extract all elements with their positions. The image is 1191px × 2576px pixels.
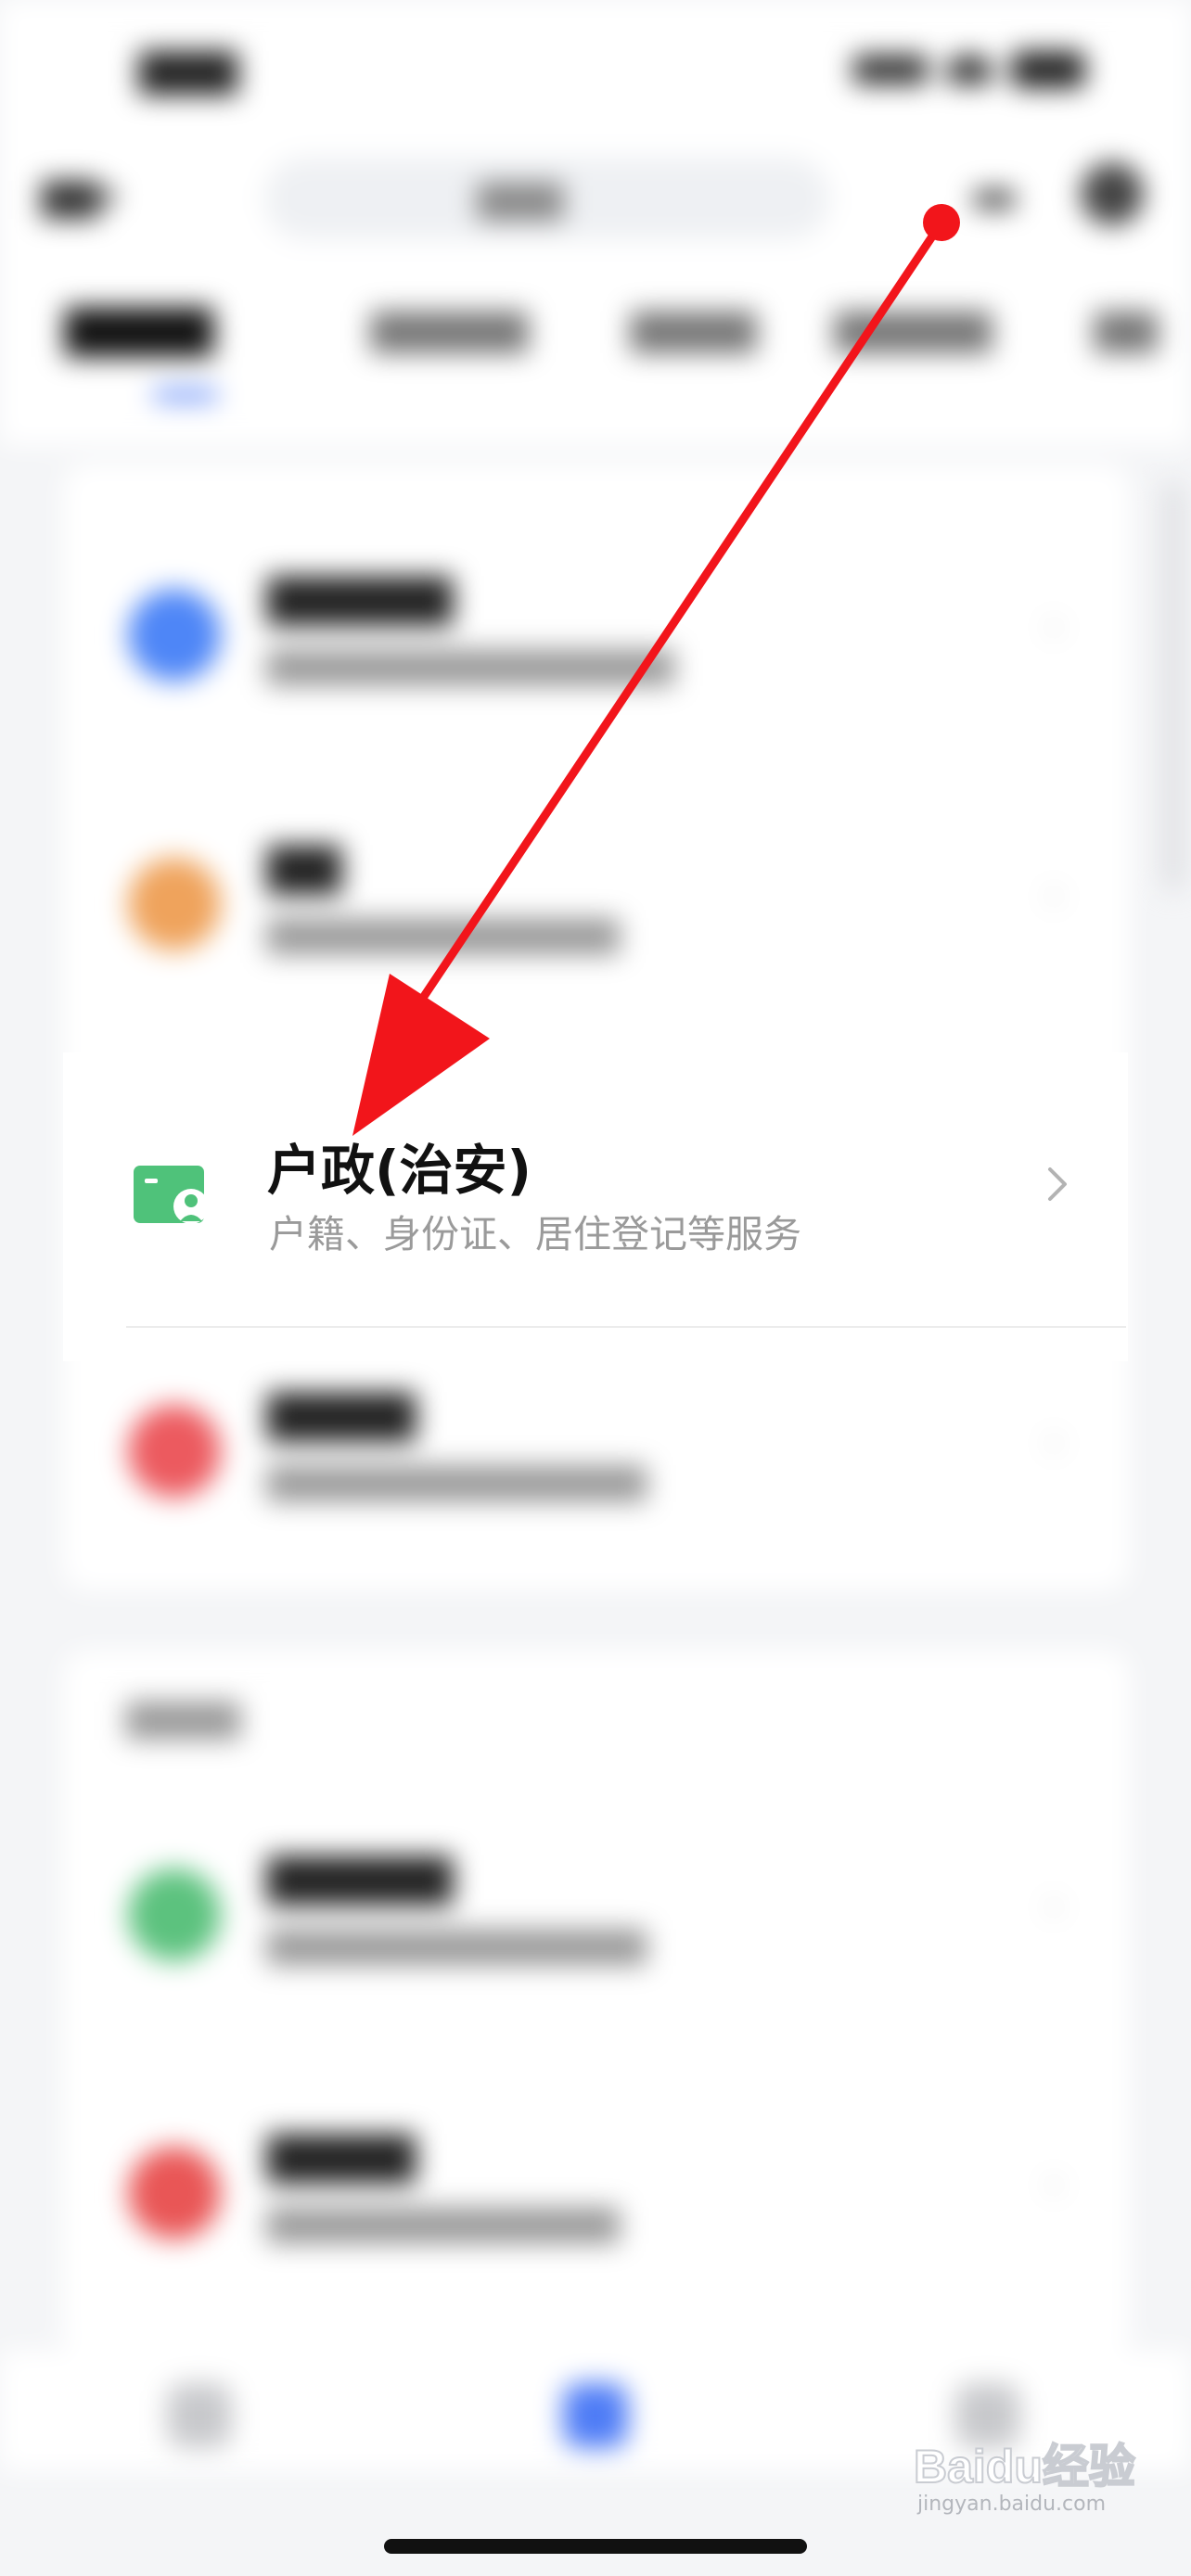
service-icon [128, 858, 221, 950]
watermark-url: jingyan.baidu.com [917, 2493, 1107, 2516]
tabbar-home-icon[interactable] [167, 2383, 232, 2448]
watermark: Baidu经验 jingyan.baidu.com [913, 2420, 1136, 2522]
search-header: ▇▇▾ ▇▇▇ [0, 139, 1191, 250]
list-item[interactable]: ▇▇▇▇ ▇▇▇▇▇▇▇▇▇▇▇▇▇ › [63, 2059, 1130, 2327]
list-item[interactable]: ▇▇▇▇▇ ▇▇▇▇▇▇▇▇▇▇▇▇▇▇▇ › [63, 501, 1130, 770]
chevron-right-icon: › [1046, 1419, 1062, 1464]
service-card-primary: ▇▇▇▇▇ ▇▇▇▇▇▇▇▇▇▇▇▇▇▇▇ › ▇▇ ▇▇▇▇▇▇▇▇▇▇▇▇▇… [63, 464, 1130, 1590]
wifi-icon [946, 55, 992, 84]
status-bar: ▇▇▇ [0, 0, 1191, 139]
tab-3[interactable]: ▇▇▇▇ [631, 306, 756, 353]
chevron-right-icon: › [1046, 1882, 1062, 1928]
list-item[interactable]: ▇▇▇▇▇ ▇▇▇▇▇▇▇▇▇▇▇▇▇▇ › [63, 1780, 1130, 2049]
tab-5[interactable]: ▇▇ [1095, 306, 1158, 353]
profile-icon[interactable] [1081, 162, 1144, 225]
tab-2[interactable]: ▇▇▇▇▇ [371, 306, 528, 353]
home-indicator[interactable] [384, 2539, 807, 2554]
service-icon [128, 589, 221, 682]
tabbar-services-icon[interactable] [563, 2383, 628, 2448]
search-input[interactable]: ▇▇▇ [264, 158, 830, 239]
service-icon [128, 1868, 221, 1961]
list-item[interactable]: ▇▇ ▇▇▇▇▇▇▇▇▇▇▇▇▇ › [63, 770, 1130, 1039]
section-title: ▇▇▇▇ [126, 1697, 241, 1740]
chevron-right-icon: › [1046, 603, 1062, 648]
scrollbar[interactable] [1164, 482, 1183, 890]
chevron-right-icon: › [1046, 2161, 1062, 2206]
service-card-secondary: ▇▇▇▇ ▇▇▇▇▇ ▇▇▇▇▇▇▇▇▇▇▇▇▇▇ › ▇▇▇▇ ▇▇▇▇▇▇▇… [63, 1651, 1130, 2355]
status-icons [853, 51, 1095, 88]
city-selector[interactable]: ▇▇▾ [42, 176, 118, 219]
item-title: 户政(治安) [267, 1139, 532, 1202]
status-time: ▇▇▇ [139, 45, 238, 95]
chevron-right-icon: › [1046, 872, 1062, 917]
menu-icon[interactable] [974, 190, 1015, 209]
chevron-right-icon [1048, 1167, 1067, 1201]
signal-icon [853, 55, 928, 84]
watermark-brand: Baidu经验 [913, 2440, 1136, 2493]
divider [126, 1326, 1126, 1328]
app-screen: ▇▇▇ ▇▇▾ ▇▇▇ ▇▇▇▇ ▇▇▇▇▇ ▇▇▇▇ ▇▇▇▇▇ ▇▇ ▇▇▇… [0, 0, 1191, 2576]
tab-active[interactable]: ▇▇▇▇ [65, 301, 213, 357]
item-subtitle: 户籍、身份证、居住登记等服务 [269, 1212, 801, 1256]
service-icon [128, 1405, 221, 1498]
id-card-person-icon [134, 1166, 209, 1224]
service-icon [128, 2147, 221, 2239]
category-tabs: ▇▇▇▇ ▇▇▇▇▇ ▇▇▇▇ ▇▇▇▇▇ ▇▇ [0, 250, 1191, 445]
tab-4[interactable]: ▇▇▇▇▇ [835, 306, 992, 353]
active-tab-indicator [153, 389, 218, 401]
battery-icon [1011, 51, 1085, 88]
list-item-household-registration[interactable]: 户政(治安) 户籍、身份证、居住登记等服务 [63, 1052, 1128, 1361]
